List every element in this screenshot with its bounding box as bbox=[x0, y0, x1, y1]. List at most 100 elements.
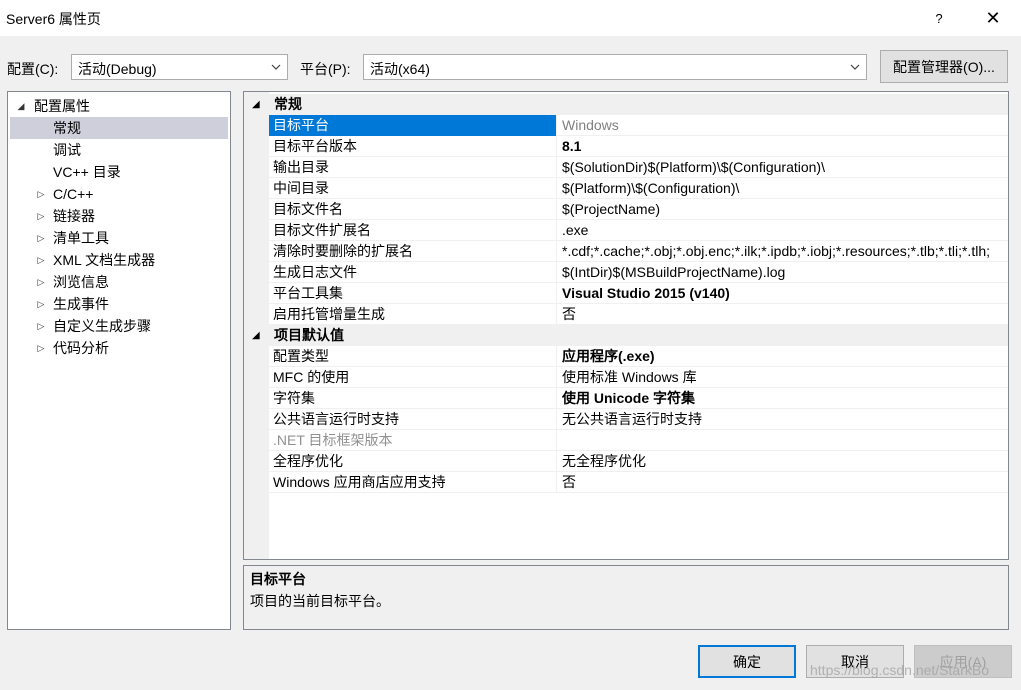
property-value[interactable]: 8.1 bbox=[558, 136, 1008, 157]
config-label: 配置(C): bbox=[7, 61, 59, 77]
expand-icon[interactable]: ▷ bbox=[36, 337, 46, 359]
property-row-platform-toolset[interactable]: 平台工具集 Visual Studio 2015 (v140) bbox=[269, 283, 1008, 304]
tree-item-browse-info[interactable]: ▷ 浏览信息 bbox=[10, 271, 228, 293]
property-name: 生成日志文件 bbox=[269, 262, 557, 283]
property-row-target-extension[interactable]: 目标文件扩展名 .exe bbox=[269, 220, 1008, 241]
property-row-windows-store-app-support[interactable]: Windows 应用商店应用支持 否 bbox=[269, 472, 1008, 493]
config-tree: ◢ 配置属性 常规 调试 VC++ 目录 ▷ C/C++ ▷ 链接器 ▷ 清单工… bbox=[7, 91, 231, 630]
property-row-output-dir[interactable]: 输出目录 $(SolutionDir)$(Platform)\$(Configu… bbox=[269, 157, 1008, 178]
property-row-clr-support[interactable]: 公共语言运行时支持 无公共语言运行时支持 bbox=[269, 409, 1008, 430]
expand-icon[interactable]: ▷ bbox=[36, 205, 46, 227]
tree-item-build-events[interactable]: ▷ 生成事件 bbox=[10, 293, 228, 315]
property-name: 目标文件名 bbox=[269, 199, 557, 220]
property-row-net-target-framework[interactable]: .NET 目标框架版本 bbox=[269, 430, 1008, 451]
property-grid: ◢ 常规 目标平台 Windows 目标平台版本 8.1 输出目录 $(Solu… bbox=[243, 91, 1009, 560]
expand-icon[interactable]: ▷ bbox=[36, 271, 46, 293]
property-value[interactable]: $(IntDir)$(MSBuildProjectName).log bbox=[558, 262, 1008, 283]
expand-icon[interactable]: ▷ bbox=[36, 315, 46, 337]
tree-item-manifest-tool[interactable]: ▷ 清单工具 bbox=[10, 227, 228, 249]
property-name: Windows 应用商店应用支持 bbox=[269, 472, 557, 493]
property-value[interactable]: 使用 Unicode 字符集 bbox=[558, 388, 1008, 409]
tree-item-debugging[interactable]: 调试 bbox=[10, 139, 228, 161]
property-row-intermediate-dir[interactable]: 中间目录 $(Platform)\$(Configuration)\ bbox=[269, 178, 1008, 199]
property-row-clean-extensions[interactable]: 清除时要删除的扩展名 *.cdf;*.cache;*.obj;*.obj.enc… bbox=[269, 241, 1008, 262]
property-value[interactable]: 无全程序优化 bbox=[558, 451, 1008, 472]
property-name: 启用托管增量生成 bbox=[269, 304, 557, 325]
property-value[interactable]: 否 bbox=[558, 304, 1008, 325]
expand-icon[interactable]: ▷ bbox=[36, 227, 46, 249]
config-dropdown-value: 活动(Debug) bbox=[78, 61, 157, 77]
expand-icon[interactable]: ▷ bbox=[36, 293, 46, 315]
tree-item-custom-build-step[interactable]: ▷ 自定义生成步骤 bbox=[10, 315, 228, 337]
collapse-icon[interactable]: ◢ bbox=[252, 94, 260, 115]
ok-button[interactable]: 确定 bbox=[698, 645, 796, 678]
property-name: 输出目录 bbox=[269, 157, 557, 178]
property-name: 全程序优化 bbox=[269, 451, 557, 472]
category-project-defaults[interactable]: ◢ 项目默认值 bbox=[244, 325, 1008, 346]
property-value[interactable]: Visual Studio 2015 (v140) bbox=[558, 283, 1008, 304]
tree-item-label: XML 文档生成器 bbox=[53, 252, 156, 268]
property-row-configuration-type[interactable]: 配置类型 应用程序(.exe) bbox=[269, 346, 1008, 367]
property-name: MFC 的使用 bbox=[269, 367, 557, 388]
property-value[interactable]: 应用程序(.exe) bbox=[558, 346, 1008, 367]
collapse-icon[interactable]: ◢ bbox=[16, 95, 26, 117]
tree-item-xml-doc-generator[interactable]: ▷ XML 文档生成器 bbox=[10, 249, 228, 271]
property-row-target-platform-version[interactable]: 目标平台版本 8.1 bbox=[269, 136, 1008, 157]
property-name: .NET 目标框架版本 bbox=[269, 430, 557, 451]
property-value[interactable]: $(Platform)\$(Configuration)\ bbox=[558, 178, 1008, 199]
config-dropdown[interactable]: 活动(Debug) bbox=[71, 54, 288, 80]
chevron-down-icon bbox=[850, 64, 860, 70]
title-bar: Server6 属性页 ? ✕ bbox=[0, 0, 1021, 36]
property-row-target-platform[interactable]: 目标平台 Windows bbox=[269, 115, 1008, 136]
property-row-build-log-file[interactable]: 生成日志文件 $(IntDir)$(MSBuildProjectName).lo… bbox=[269, 262, 1008, 283]
tree-item-label: 清单工具 bbox=[53, 230, 109, 246]
property-value[interactable]: Windows bbox=[558, 115, 1008, 136]
tree-item-linker[interactable]: ▷ 链接器 bbox=[10, 205, 228, 227]
close-button[interactable]: ✕ bbox=[970, 0, 1016, 36]
tree-item-label: 浏览信息 bbox=[53, 274, 109, 290]
expand-icon[interactable]: ▷ bbox=[36, 249, 46, 271]
help-button[interactable]: ? bbox=[916, 0, 962, 36]
cancel-button[interactable]: 取消 bbox=[806, 645, 904, 678]
tree-item-label: 常规 bbox=[53, 120, 81, 136]
property-value[interactable]: 使用标准 Windows 库 bbox=[558, 367, 1008, 388]
property-name: 字符集 bbox=[269, 388, 557, 409]
apply-button[interactable]: 应用(A) bbox=[914, 645, 1012, 678]
platform-dropdown-value: 活动(x64) bbox=[370, 61, 430, 77]
property-row-target-name[interactable]: 目标文件名 $(ProjectName) bbox=[269, 199, 1008, 220]
tree-item-cpp[interactable]: ▷ C/C++ bbox=[10, 183, 228, 205]
property-name: 平台工具集 bbox=[269, 283, 557, 304]
tree-item-label: C/C++ bbox=[53, 186, 94, 202]
description-text: 项目的当前目标平台。 bbox=[250, 593, 390, 609]
property-value[interactable]: $(SolutionDir)$(Platform)\$(Configuratio… bbox=[558, 157, 1008, 178]
property-row-managed-incremental-build[interactable]: 启用托管增量生成 否 bbox=[269, 304, 1008, 325]
tree-item-label: 代码分析 bbox=[53, 340, 109, 356]
config-manager-button[interactable]: 配置管理器(O)... bbox=[880, 50, 1008, 83]
property-value[interactable] bbox=[558, 430, 1008, 451]
property-value[interactable]: 否 bbox=[558, 472, 1008, 493]
category-general[interactable]: ◢ 常规 bbox=[244, 94, 1008, 115]
collapse-icon[interactable]: ◢ bbox=[252, 325, 260, 346]
property-value[interactable]: *.cdf;*.cache;*.obj;*.obj.enc;*.ilk;*.ip… bbox=[558, 241, 1008, 262]
tree-item-vc-directories[interactable]: VC++ 目录 bbox=[10, 161, 228, 183]
platform-dropdown[interactable]: 活动(x64) bbox=[363, 54, 867, 80]
description-pane: 目标平台 项目的当前目标平台。 bbox=[243, 565, 1009, 630]
property-name: 目标平台版本 bbox=[269, 136, 557, 157]
chevron-down-icon bbox=[271, 64, 281, 70]
property-row-whole-program-optimization[interactable]: 全程序优化 无全程序优化 bbox=[269, 451, 1008, 472]
category-label: 项目默认值 bbox=[274, 327, 344, 343]
property-row-use-of-mfc[interactable]: MFC 的使用 使用标准 Windows 库 bbox=[269, 367, 1008, 388]
property-value[interactable]: 无公共语言运行时支持 bbox=[558, 409, 1008, 430]
tree-item-label: VC++ 目录 bbox=[53, 164, 121, 180]
tree-item-general[interactable]: 常规 bbox=[10, 117, 228, 139]
property-name: 目标文件扩展名 bbox=[269, 220, 557, 241]
window-title: Server6 属性页 bbox=[6, 11, 101, 27]
property-value[interactable]: .exe bbox=[558, 220, 1008, 241]
property-name: 配置类型 bbox=[269, 346, 557, 367]
tree-item-label: 链接器 bbox=[53, 208, 95, 224]
expand-icon[interactable]: ▷ bbox=[36, 183, 46, 205]
tree-item-config-properties[interactable]: ◢ 配置属性 bbox=[10, 95, 228, 117]
tree-item-code-analysis[interactable]: ▷ 代码分析 bbox=[10, 337, 228, 359]
property-value[interactable]: $(ProjectName) bbox=[558, 199, 1008, 220]
property-row-character-set[interactable]: 字符集 使用 Unicode 字符集 bbox=[269, 388, 1008, 409]
